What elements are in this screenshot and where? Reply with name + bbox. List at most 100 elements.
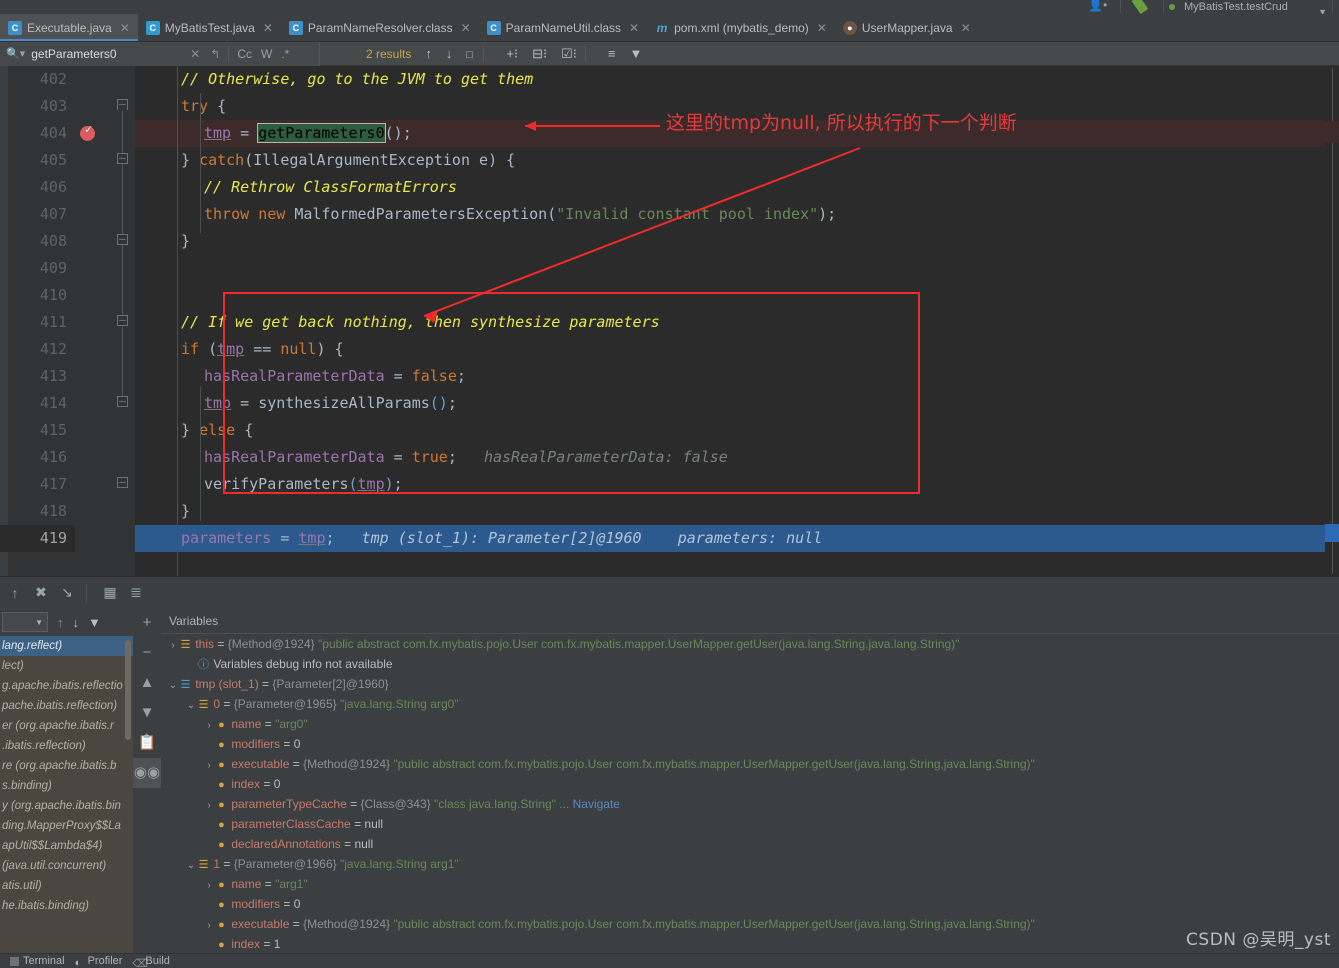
frame-list-item[interactable]: .ibatis.reflection) (0, 736, 133, 756)
tab-mybatistest-java[interactable]: C MyBatisTest.java ✕ (138, 14, 281, 41)
move-up-icon[interactable]: ▲ (133, 668, 161, 698)
tab-pom-xml[interactable]: m pom.xml (mybatis_demo) ✕ (647, 14, 835, 41)
variable-row[interactable]: ● modifiers = 0 (161, 734, 1339, 754)
filter-icon[interactable]: ▼ (630, 46, 643, 61)
variable-row[interactable]: ⓘ Variables debug info not available (161, 654, 1339, 674)
tab-paramnameresolver-class[interactable]: C ParamNameResolver.class ✕ (281, 14, 479, 41)
tab-paramnameutil-class[interactable]: C ParamNameUtil.class ✕ (479, 14, 647, 41)
copy-icon[interactable]: 📋 (133, 728, 161, 758)
close-icon[interactable]: ✕ (120, 21, 130, 35)
sort-variables-icon[interactable]: ≣ (125, 584, 147, 601)
find-input-container[interactable]: 🔍▾ ✕ ↰ Cc W .* (0, 41, 320, 66)
debug-icon[interactable]: █ (1132, 0, 1148, 13)
code-line[interactable] (135, 255, 1339, 282)
frame-list-item[interactable]: he.ibatis.binding) (0, 896, 133, 916)
tab-executable-java[interactable]: C Executable.java ✕ (0, 14, 138, 41)
expand-arrow-icon[interactable]: ⌄ (185, 856, 197, 874)
code-line[interactable]: } catch(IllegalArgumentException e) { (135, 147, 1339, 174)
frames-scrollbar[interactable] (125, 640, 131, 740)
variable-row[interactable]: ⌄ ☰ 1 = {Parameter@1966} "java.lang.Strin… (161, 854, 1339, 874)
next-match-icon[interactable]: ↓ (446, 46, 453, 61)
status-profiler[interactable]: ◐ Profiler (75, 955, 123, 968)
prev-match-icon[interactable]: ↑ (425, 46, 432, 61)
variable-row[interactable]: › ● executable = {Method@1924} "public ab… (161, 754, 1339, 774)
frame-up-icon[interactable]: ↑ (57, 615, 64, 630)
expand-arrow-icon[interactable]: › (203, 876, 215, 894)
fold-marker[interactable]: ─ (117, 396, 128, 407)
frame-list-item[interactable]: pache.ibatis.reflection) (0, 696, 133, 716)
add-filter-icon[interactable]: +⁝ (506, 46, 518, 62)
frame-list-item[interactable]: apUtil$$Lambda$4) (0, 836, 133, 856)
code-line[interactable]: // Otherwise, go to the JVM to get them (135, 66, 1339, 93)
frame-list-item[interactable]: lang.reflect) (0, 636, 133, 656)
editor-scrollbar[interactable] (1325, 66, 1339, 576)
fold-marker[interactable]: ─ (117, 234, 128, 245)
close-icon[interactable]: ✕ (461, 21, 471, 35)
close-icon[interactable]: ✕ (817, 21, 827, 35)
frame-list-item[interactable]: atis.util) (0, 876, 133, 896)
expand-arrow-icon[interactable]: › (203, 916, 215, 934)
breakpoint-marker[interactable]: ✓ (80, 124, 95, 141)
status-build[interactable]: ⌫ Build (132, 955, 169, 968)
fold-marker[interactable]: ─ (117, 315, 128, 326)
code-line[interactable]: // Rethrow ClassFormatErrors (135, 174, 1339, 201)
code-line[interactable]: parameters = tmp; tmp (slot_1): Paramete… (135, 525, 1339, 552)
match-case-option[interactable]: Cc (237, 47, 252, 61)
close-icon[interactable]: ✕ (629, 21, 639, 35)
expand-arrow-icon[interactable]: › (203, 796, 215, 814)
sort-icon[interactable]: ≡ (608, 46, 616, 61)
frame-list-item[interactable]: lect) (0, 656, 133, 676)
fold-marker[interactable]: ─ (117, 153, 128, 164)
frame-list-item[interactable]: g.apache.ibatis.reflectio (0, 676, 133, 696)
variable-row[interactable]: › ● name = "arg1" (161, 874, 1339, 894)
frame-list-item[interactable]: re (org.apache.ibatis.b (0, 756, 133, 776)
expand-arrow-icon[interactable]: › (203, 756, 215, 774)
expand-arrow-icon[interactable]: › (203, 716, 215, 734)
frame-list-item[interactable]: er (org.apache.ibatis.r (0, 716, 133, 736)
person-icon[interactable]: 👤• (1088, 0, 1107, 12)
variable-row[interactable]: ● modifiers = 0 (161, 894, 1339, 914)
variable-row[interactable]: › ☰ this = {Method@1924} "public abstract… (161, 634, 1339, 654)
step-out-icon[interactable]: ↑ (4, 585, 26, 601)
tab-usermapper-java[interactable]: ● UserMapper.java ✕ (835, 14, 979, 41)
move-down-icon[interactable]: ▼ (133, 698, 161, 728)
variable-row[interactable]: › ● name = "arg0" (161, 714, 1339, 734)
variables-panel[interactable]: Variables › ☰ this = {Method@1924} "publi… (161, 608, 1339, 953)
frame-list-item[interactable]: ding.MapperProxy$$La (0, 816, 133, 836)
regex-wrap-icon[interactable]: ↰ (210, 47, 220, 61)
fold-marker-collapse[interactable]: ─ (117, 99, 128, 110)
fold-marker[interactable]: ─ (117, 477, 128, 488)
thread-select-dropdown[interactable]: ▼ (2, 612, 48, 632)
clear-search-icon[interactable]: ✕ (190, 47, 200, 61)
code-line[interactable]: } (135, 498, 1339, 525)
variable-row[interactable]: ⌄ ☰ tmp (slot_1) = {Parameter[2]@1960} (161, 674, 1339, 694)
evaluate-table-icon[interactable]: ▦ (99, 584, 121, 601)
frame-list-item[interactable]: s.binding) (0, 776, 133, 796)
code-line[interactable]: } (135, 228, 1339, 255)
variable-row[interactable]: ● index = 1 (161, 934, 1339, 954)
variable-row[interactable]: ● parameterClassCache = null (161, 814, 1339, 834)
toggle-filter-icon[interactable]: ☑⁝ (561, 46, 577, 62)
whole-words-option[interactable]: W (261, 47, 272, 61)
variable-row[interactable]: › ● executable = {Method@1924} "public ab… (161, 914, 1339, 934)
close-icon[interactable]: ✕ (263, 21, 273, 35)
status-terminal[interactable]: Terminal (10, 955, 65, 967)
variables-tree[interactable]: › ☰ this = {Method@1924} "public abstract… (161, 634, 1339, 954)
remove-filter-icon[interactable]: ⊟⁝ (532, 46, 547, 62)
force-step-icon[interactable]: ✖ (30, 584, 52, 601)
search-input[interactable] (31, 46, 187, 61)
mute-breakpoints-icon[interactable]: ◉◉ (133, 758, 161, 788)
expand-arrow-icon[interactable]: ⌄ (185, 696, 197, 714)
remove-watch-icon[interactable]: − (133, 638, 161, 668)
expand-arrow-icon[interactable]: › (167, 636, 179, 654)
variable-row[interactable]: › ● parameterTypeCache = {Class@343} "cla… (161, 794, 1339, 814)
variable-row[interactable]: ⌄ ☰ 0 = {Parameter@1965} "java.lang.Strin… (161, 694, 1339, 714)
select-all-occurrences-icon[interactable]: □ (466, 49, 475, 61)
filter-icon[interactable]: ▼ (88, 615, 101, 630)
close-icon[interactable]: ✕ (961, 21, 971, 35)
frame-list-item[interactable]: y (org.apache.ibatis.bin (0, 796, 133, 816)
variable-row[interactable]: ● declaredAnnotations = null (161, 834, 1339, 854)
frame-down-icon[interactable]: ↓ (73, 615, 80, 630)
regex-option[interactable]: .* (281, 47, 289, 61)
editor-gutter[interactable]: 402 403 404 405 406 407 408 409 410 411 412 413 414 4… (0, 66, 135, 576)
